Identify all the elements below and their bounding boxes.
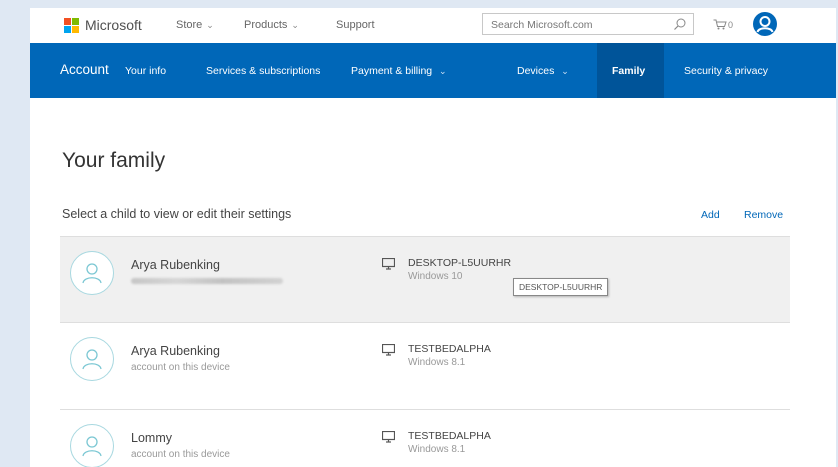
member-name: Arya Rubenking (131, 344, 220, 358)
device-name: TESTBEDALPHA (408, 430, 491, 442)
tab-security-privacy[interactable]: Security & privacy (684, 65, 768, 77)
account-nav: Account Your info Services & subscriptio… (30, 43, 836, 98)
list-item[interactable]: Arya Rubenking account on this device TE… (60, 322, 790, 409)
monitor-icon (382, 431, 395, 443)
browser-content: Microsoft Store ⌄ Products ⌄ Support Sea… (30, 8, 836, 467)
user-icon (82, 263, 102, 284)
site-header: Microsoft Store ⌄ Products ⌄ Support Sea… (30, 8, 836, 43)
tab-payment-label: Payment & billing (351, 65, 433, 77)
tab-your-info[interactable]: Your info (125, 65, 166, 77)
nav-store-label: Store (176, 19, 203, 31)
avatar (70, 337, 114, 381)
nav-support-label: Support (336, 19, 375, 31)
search-input[interactable]: Search Microsoft.com (482, 13, 694, 35)
windows-logo-icon (64, 17, 79, 33)
add-button[interactable]: Add (701, 209, 720, 221)
search-icon[interactable] (673, 17, 687, 31)
page: Microsoft Store ⌄ Products ⌄ Support Sea… (0, 0, 838, 467)
page-title: Your family (62, 149, 166, 172)
chevron-down-icon: ⌄ (561, 66, 569, 76)
chevron-down-icon: ⌄ (206, 19, 214, 30)
list-item[interactable]: Arya Rubenking DESKTOP-L5UURHR Windows 1… (60, 236, 790, 322)
device-os: Windows 10 (408, 271, 463, 282)
account-avatar[interactable] (753, 12, 777, 36)
search-placeholder: Search Microsoft.com (491, 19, 593, 31)
user-icon (756, 16, 774, 33)
list-item[interactable]: Lommy account on this device TESTBEDALPH… (60, 409, 790, 467)
avatar (70, 251, 114, 295)
account-nav-title[interactable]: Account (60, 62, 109, 77)
microsoft-logo[interactable]: Microsoft (64, 17, 142, 33)
cart-count: 0 (728, 19, 734, 30)
nav-products[interactable]: Products ⌄ (244, 19, 299, 31)
chevron-down-icon: ⌄ (439, 66, 447, 76)
page-subtitle: Select a child to view or edit their set… (62, 207, 292, 221)
tab-your-info-label: Your info (125, 65, 167, 77)
device-name: DESKTOP-L5UURHR (408, 257, 512, 269)
member-subtitle: account on this device (131, 362, 230, 373)
tab-family-label: Family (612, 65, 646, 77)
tab-security-label: Security & privacy (684, 65, 769, 77)
email-redacted (131, 278, 283, 284)
tab-devices-label: Devices (517, 65, 555, 77)
nav-store[interactable]: Store ⌄ (176, 19, 214, 31)
tab-devices[interactable]: Devices ⌄ (517, 65, 569, 77)
tab-family[interactable]: Family (612, 65, 645, 77)
member-name: Lommy (131, 431, 172, 445)
nav-support[interactable]: Support (336, 19, 375, 31)
brand-name: Microsoft (85, 17, 142, 33)
monitor-icon (382, 258, 395, 270)
remove-button[interactable]: Remove (744, 209, 783, 221)
user-icon (82, 436, 102, 457)
member-subtitle: account on this device (131, 449, 230, 460)
nav-products-label: Products (244, 19, 288, 31)
cart-button[interactable]: 0 (713, 19, 733, 30)
user-icon (82, 349, 102, 370)
device-os: Windows 8.1 (408, 444, 466, 455)
device-tooltip: DESKTOP-L5UURHR (513, 278, 609, 296)
tab-services-subscriptions[interactable]: Services & subscriptions (206, 65, 320, 77)
cart-icon (713, 19, 727, 30)
tab-services-label: Services & subscriptions (206, 65, 321, 77)
device-name: TESTBEDALPHA (408, 343, 491, 355)
chevron-down-icon: ⌄ (291, 19, 299, 30)
device-os: Windows 8.1 (408, 357, 466, 368)
tab-payment-billing[interactable]: Payment & billing ⌄ (351, 65, 447, 77)
member-name: Arya Rubenking (131, 258, 220, 272)
monitor-icon (382, 344, 395, 356)
avatar (70, 424, 114, 467)
